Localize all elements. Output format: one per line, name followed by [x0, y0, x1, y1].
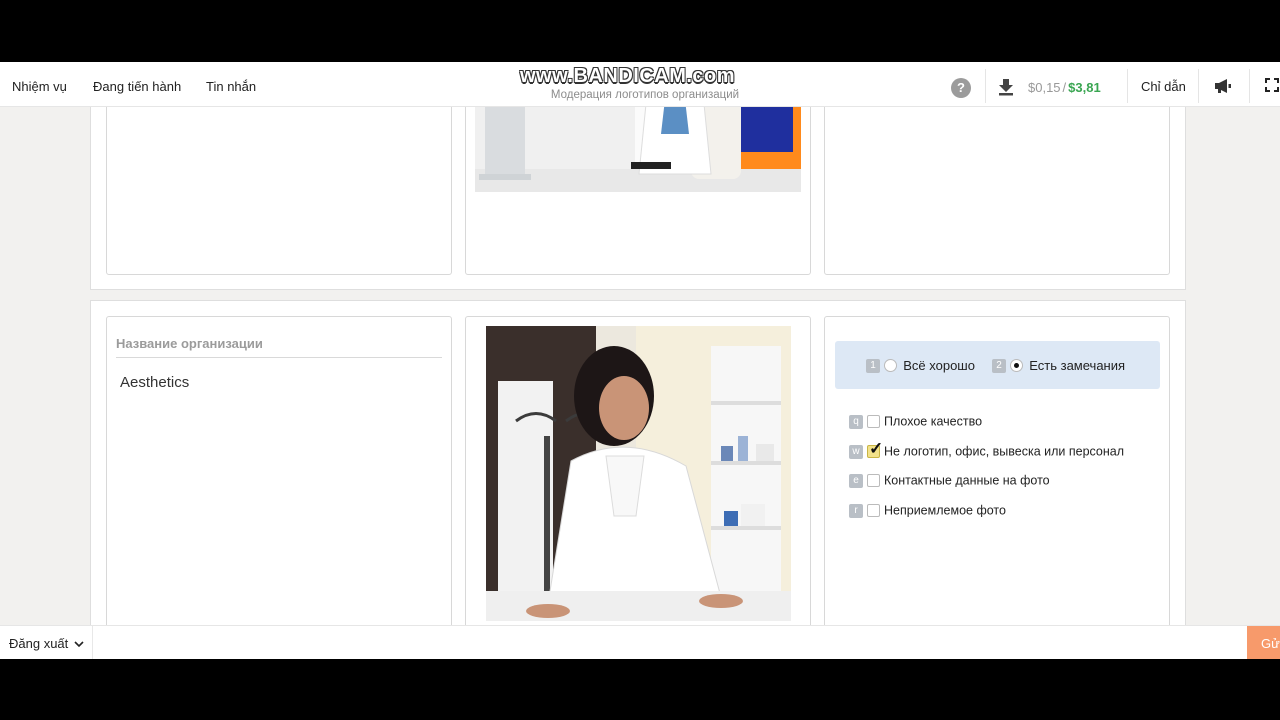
task-block-current: Название организации Aesthetics 1 Всё хо… — [90, 300, 1186, 646]
checkbox-bad-quality[interactable]: q Плохое качество — [849, 414, 982, 429]
hotkey-badge: w — [849, 444, 863, 459]
hotkey-badge: e — [849, 473, 863, 488]
submit-button[interactable]: Gửi — [1247, 626, 1280, 659]
divider — [1249, 69, 1250, 103]
checkbox-label: Плохое качество — [884, 414, 983, 429]
earnings: $0,15/$3,81 — [1028, 80, 1101, 95]
org-name-value: Aesthetics — [120, 374, 190, 391]
hotkey-badge: 1 — [866, 358, 880, 373]
radio-button[interactable] — [883, 359, 897, 373]
earned-current: $0,15 — [1028, 80, 1061, 95]
divider — [1127, 69, 1128, 103]
field-label-org-name: Название организации — [116, 336, 442, 358]
chevron-down-icon — [74, 641, 84, 648]
checkbox[interactable] — [867, 415, 880, 429]
checkbox-not-logo[interactable]: w Не логотип, офис, вывеска или персонал — [849, 439, 1125, 459]
radio-label: Есть замечания — [1029, 358, 1126, 374]
logout-dropdown[interactable]: Đăng xuất — [9, 636, 84, 651]
download-icon[interactable] — [998, 78, 1014, 96]
verdict-radio-group: 1 Всё хорошо 2 Есть замечания — [835, 341, 1160, 389]
radio-button-selected[interactable] — [1009, 359, 1023, 373]
organization-photo[interactable] — [486, 326, 791, 621]
earnings-separator: / — [1062, 80, 1067, 95]
guide-link[interactable]: Chỉ dẫn — [1141, 79, 1186, 94]
question-circle-icon[interactable]: ? — [951, 78, 971, 98]
checkbox-label: Неприемлемое фото — [884, 503, 1006, 518]
divider — [1198, 69, 1199, 103]
hotkey-badge: r — [849, 503, 863, 518]
checkbox-inappropriate-photo[interactable]: r Неприемлемое фото — [849, 503, 1006, 518]
page-subtitle: Модерация логотипов организаций — [550, 89, 740, 101]
megaphone-icon[interactable] — [1214, 78, 1232, 94]
radio-has-remarks[interactable]: 2 Есть замечания — [992, 357, 1125, 373]
organization-name-card: Название организации Aesthetics — [106, 316, 452, 646]
app-window: Nhiệm vụ Đang tiến hành Tin nhắn Модерац… — [0, 62, 1280, 659]
logout-label: Đăng xuất — [9, 636, 69, 651]
divider — [92, 626, 93, 659]
moderation-card: 1 Всё хорошо 2 Есть замечания q Плохое ка… — [824, 316, 1170, 646]
top-navigation-bar: Nhiệm vụ Đang tiến hành Tin nhắn Модерац… — [0, 62, 1280, 107]
radio-label: Всё хорошо — [903, 358, 975, 374]
checkbox-contact-data[interactable]: e Контактные данные на фото — [849, 473, 1050, 488]
checkbox-checked[interactable] — [867, 439, 883, 459]
photo-card — [465, 316, 811, 646]
hotkey-badge: 2 — [992, 358, 1006, 373]
checkbox[interactable] — [867, 474, 880, 488]
checkbox-label: Не логотип, офис, вывеска или персонал — [884, 444, 1125, 459]
checkbox-label: Контактные данные на фото — [884, 473, 1050, 488]
fullscreen-icon[interactable] — [1265, 78, 1279, 92]
recorder-watermark: www.BANDICAM.com — [520, 65, 736, 87]
earned-total: $3,81 — [1068, 80, 1101, 95]
divider — [985, 69, 986, 103]
nav-tasks[interactable]: Nhiệm vụ — [12, 79, 67, 94]
radio-all-good[interactable]: 1 Всё хорошо — [866, 357, 975, 373]
nav-messages[interactable]: Tin nhắn — [206, 79, 256, 94]
checkbox[interactable] — [867, 504, 880, 518]
nav-in-progress[interactable]: Đang tiến hành — [93, 79, 181, 94]
hotkey-badge: q — [849, 414, 863, 429]
bottom-bar: Đăng xuất Gửi — [0, 625, 1280, 659]
